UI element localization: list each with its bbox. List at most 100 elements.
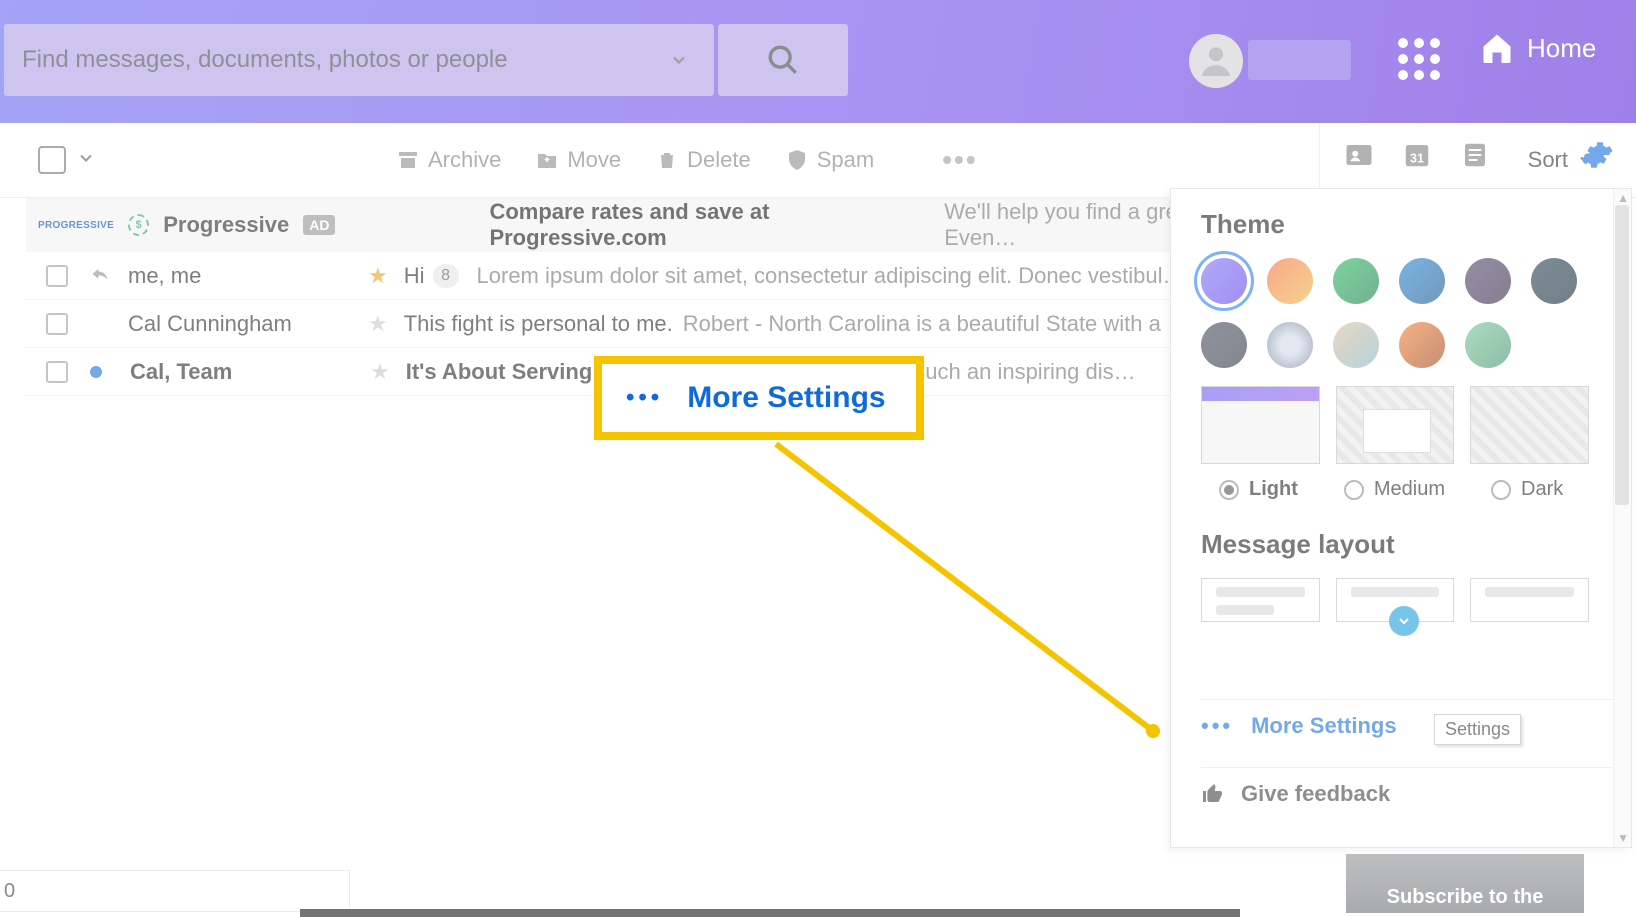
contacts-icon[interactable] (1344, 140, 1374, 170)
radio-medium-label: Medium (1374, 478, 1445, 501)
toolbar-more-icon[interactable]: ••• (942, 144, 977, 176)
layout-card[interactable] (1201, 578, 1320, 622)
theme-swatch[interactable] (1465, 322, 1511, 368)
theme-swatch[interactable] (1531, 258, 1577, 304)
expand-layout-chevron-icon[interactable] (1389, 606, 1419, 636)
move-icon (535, 148, 559, 172)
move-label: Move (567, 147, 621, 173)
scroll-up-icon[interactable]: ▲ (1617, 191, 1629, 205)
search-button[interactable] (718, 24, 848, 96)
theme-swatch[interactable] (1399, 258, 1445, 304)
archive-button[interactable]: Archive (396, 147, 501, 173)
row-sender: Cal, Team (130, 359, 370, 385)
unread-dot-icon (90, 366, 102, 378)
scroll-down-icon[interactable]: ▼ (1617, 831, 1629, 845)
calendar-icon[interactable]: 31 (1402, 140, 1432, 170)
row-preview: Robert - North Carolina is a beautiful S… (683, 311, 1189, 337)
account-name-redacted (1248, 40, 1351, 80)
star-icon[interactable]: ★ (368, 263, 388, 289)
theme-swatch[interactable] (1333, 322, 1379, 368)
more-settings-link[interactable]: ••• More Settings (1201, 699, 1613, 751)
radio-dark[interactable]: Dark (1491, 478, 1563, 501)
theme-swatch[interactable] (1465, 258, 1511, 304)
archive-label: Archive (428, 147, 501, 173)
taskbar-sliver (300, 909, 1240, 917)
radio-light-label: Light (1249, 478, 1298, 501)
row-sender: Cal Cunningham (128, 311, 368, 337)
search-box[interactable] (4, 24, 714, 96)
home-link[interactable]: Home (1479, 30, 1596, 66)
replied-icon (90, 263, 110, 289)
annotation-lead-dot (1146, 724, 1160, 738)
star-icon[interactable]: ★ (370, 359, 390, 385)
spam-label: Spam (817, 147, 874, 173)
radio-light[interactable]: Light (1219, 478, 1298, 501)
subscribe-banner[interactable]: Subscribe to the (1346, 854, 1584, 913)
ad-badge-icon: $ (128, 214, 149, 236)
give-feedback-label: Give feedback (1241, 781, 1390, 807)
home-label: Home (1527, 33, 1596, 64)
toolbar-divider (1319, 123, 1320, 198)
give-feedback-link[interactable]: Give feedback (1201, 767, 1613, 819)
thread-count-badge: 8 (433, 264, 459, 288)
density-mode-radios: Light Medium Dark (1201, 478, 1589, 501)
theme-swatch-row-2 (1201, 322, 1589, 368)
ad-tag: AD (303, 215, 335, 235)
theme-swatch[interactable] (1201, 258, 1247, 304)
message-row[interactable]: Cal Cunningham ★ This fight is personal … (26, 300, 1316, 348)
status-bar-label: 0 (0, 870, 350, 912)
select-menu-chevron-icon[interactable] (76, 148, 96, 173)
search-input[interactable] (4, 24, 644, 96)
row-checkbox[interactable] (46, 265, 68, 287)
ad-subject: Compare rates and save at Progressive.co… (489, 199, 930, 251)
row-preview: such an inspiring dis… (914, 359, 1135, 385)
row-sender: me, me (128, 263, 368, 289)
message-row[interactable]: me, me ★ Hi 8 Lorem ipsum dolor sit amet… (26, 252, 1316, 300)
density-mode-cards (1201, 386, 1589, 464)
annotation-callout: ••• More Settings (594, 356, 924, 440)
theme-swatch[interactable] (1267, 258, 1313, 304)
density-card-dark[interactable] (1470, 386, 1589, 464)
layout-card[interactable] (1470, 578, 1589, 622)
shield-icon (785, 148, 809, 172)
ad-brand-logo: PROGRESSIVE (38, 220, 114, 231)
spam-button[interactable]: Spam (785, 147, 874, 173)
density-card-medium[interactable] (1336, 386, 1455, 464)
svg-text:31: 31 (1410, 152, 1424, 166)
ad-row[interactable]: PROGRESSIVE $ Progressive AD Compare rat… (26, 198, 1316, 252)
sort-label: Sort (1528, 147, 1568, 173)
theme-swatch[interactable] (1201, 322, 1247, 368)
home-icon (1479, 30, 1515, 66)
trash-icon (655, 148, 679, 172)
radio-medium[interactable]: Medium (1344, 478, 1445, 501)
move-button[interactable]: Move (535, 147, 621, 173)
search-scope-chevron-icon[interactable] (644, 50, 714, 70)
app-header: Home (0, 0, 1636, 123)
delete-label: Delete (687, 147, 751, 173)
avatar[interactable] (1189, 34, 1243, 88)
theme-swatch[interactable] (1333, 258, 1379, 304)
apps-launcher-icon[interactable] (1398, 38, 1440, 80)
row-subject: Hi (404, 263, 425, 289)
theme-heading: Theme (1201, 209, 1589, 240)
layout-cards (1201, 578, 1589, 622)
row-checkbox[interactable] (46, 313, 68, 335)
theme-swatch[interactable] (1399, 322, 1445, 368)
select-all-checkbox[interactable] (38, 146, 66, 174)
star-icon[interactable]: ★ (368, 311, 388, 337)
callout-label: More Settings (687, 381, 885, 415)
row-subject: This fight is personal to me. (404, 311, 673, 337)
archive-icon (396, 148, 420, 172)
density-card-light[interactable] (1201, 386, 1320, 464)
row-checkbox[interactable] (46, 361, 68, 383)
settings-tooltip: Settings (1434, 714, 1521, 745)
ad-sender: Progressive (163, 212, 289, 238)
panel-scrollbar[interactable]: ▲ ▼ (1613, 189, 1631, 847)
theme-swatch[interactable] (1267, 322, 1313, 368)
row-preview: Lorem ipsum dolor sit amet, consectetur … (477, 263, 1185, 289)
scroll-thumb[interactable] (1615, 205, 1629, 505)
delete-button[interactable]: Delete (655, 147, 751, 173)
notepad-icon[interactable] (1460, 140, 1490, 170)
settings-gear-icon[interactable] (1580, 138, 1614, 177)
row-subject: It's About Serving C (406, 359, 615, 385)
